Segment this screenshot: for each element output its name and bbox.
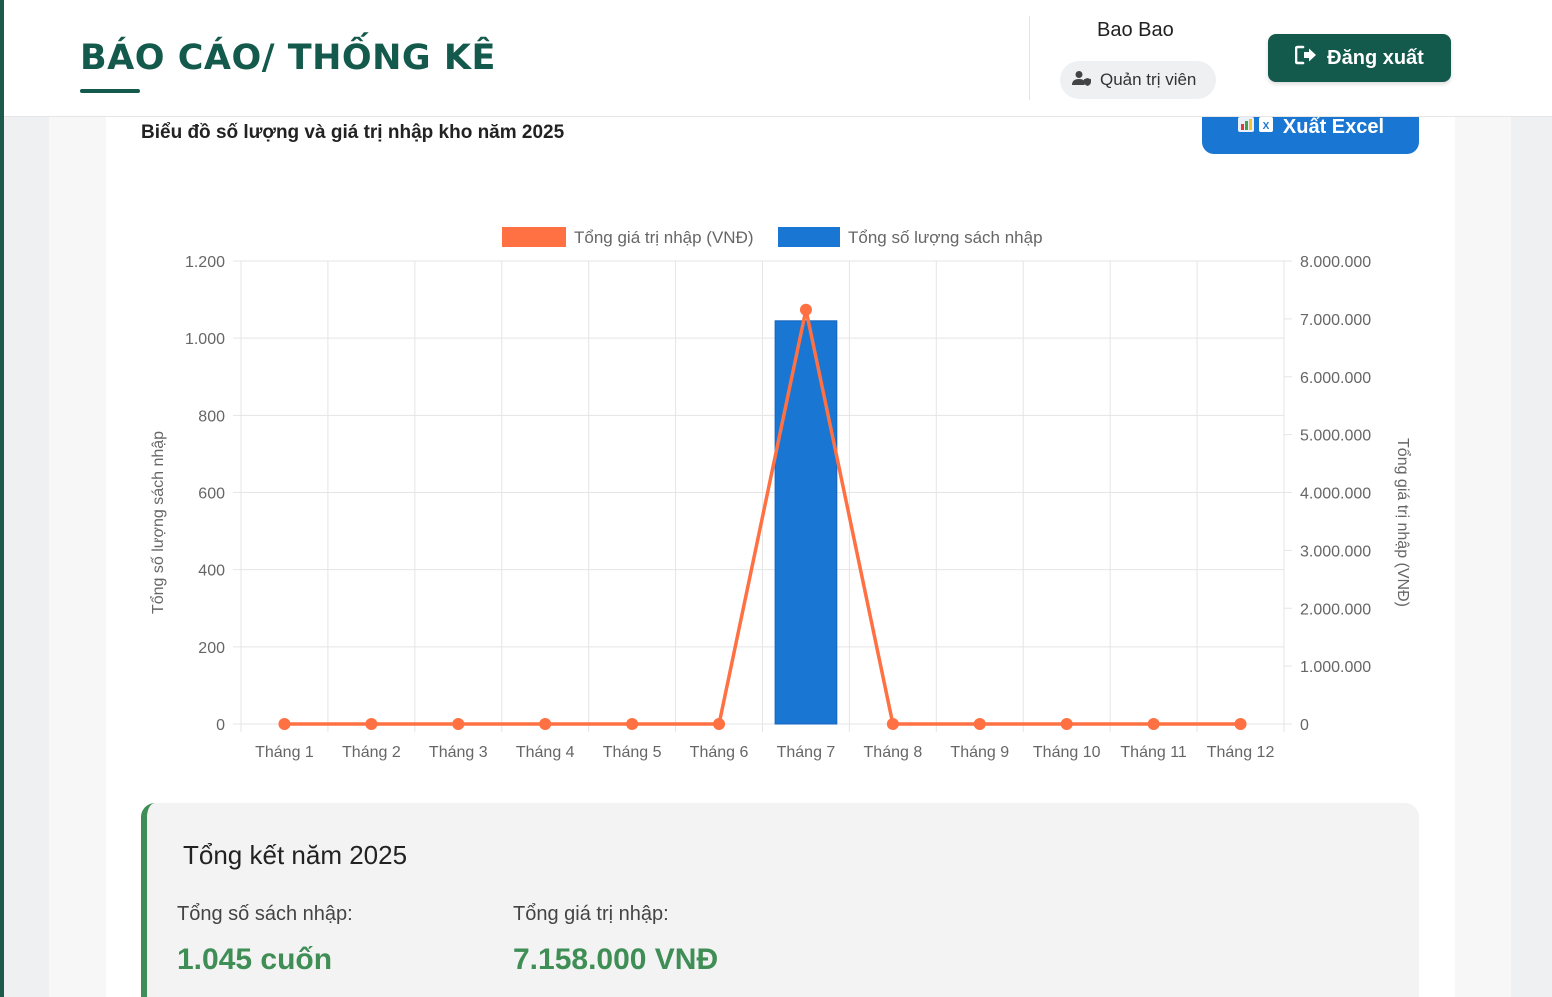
page-title: BÁO CÁO/ THỐNG KÊ [80, 38, 496, 78]
x-tick-label: Tháng 11 [1120, 744, 1187, 761]
y-left-tick-label: 800 [198, 408, 225, 425]
x-tick-label: Tháng 9 [950, 744, 1009, 761]
line-point-8 [886, 718, 899, 730]
line-point-12 [1234, 718, 1247, 730]
legend-label-value: Tổng giá trị nhập (VNĐ) [574, 228, 754, 247]
total-value-value: 7.158.000 VNĐ [513, 943, 719, 976]
x-tick-label: Tháng 7 [777, 744, 836, 761]
summary-card: Tổng kết năm 2025 Tổng số sách nhập: 1.0… [141, 803, 1419, 997]
x-tick-label: Tháng 2 [342, 744, 401, 761]
user-name: Bao Bao [1097, 19, 1174, 41]
y-left-tick-label: 1.200 [185, 254, 225, 271]
y-left-axis-title: Tổng số lượng sách nhập [149, 431, 167, 614]
logout-label: Đăng xuất [1327, 46, 1424, 69]
export-excel-label: Xuất Excel [1282, 115, 1385, 138]
line-point-2 [365, 718, 378, 730]
y-left-tick-label: 1.000 [185, 331, 225, 348]
x-tick-label: Tháng 3 [429, 744, 488, 761]
total-value-label: Tổng giá trị nhập: [513, 903, 669, 925]
line-point-1 [278, 718, 291, 730]
y-right-tick-label: 0 [1300, 717, 1309, 734]
y-left-tick-label: 0 [216, 717, 225, 734]
line-point-3 [452, 718, 465, 730]
excel-icon: X [1237, 114, 1275, 140]
top-header: BÁO CÁO/ THỐNG KÊ Bao Bao Quản trị viên … [4, 0, 1552, 117]
x-tick-label: Tháng 1 [255, 744, 314, 761]
total-books-value: 1.045 cuốn [177, 943, 333, 976]
line-point-7 [799, 303, 812, 316]
line-point-11 [1147, 718, 1160, 730]
bar-7 [774, 320, 838, 725]
total-books-label: Tổng số sách nhập: [177, 903, 353, 925]
x-tick-label: Tháng 4 [516, 744, 575, 761]
line-point-6 [713, 718, 726, 730]
y-right-tick-label: 2.000.000 [1300, 601, 1371, 618]
sign-out-icon [1294, 45, 1317, 71]
y-right-tick-label: 4.000.000 [1300, 486, 1371, 503]
y-right-tick-label: 8.000.000 [1300, 254, 1371, 271]
logout-button[interactable]: Đăng xuất [1268, 34, 1451, 82]
y-right-axis-title: Tổng giá trị nhập (VNĐ) [1394, 438, 1412, 607]
y-left-tick-label: 600 [198, 486, 225, 503]
summary-title: Tổng kết năm 2025 [183, 840, 408, 870]
y-left-tick-label: 200 [198, 640, 225, 657]
line-point-9 [973, 718, 986, 730]
line-point-10 [1060, 718, 1073, 730]
role-label: Quản trị viên [1100, 70, 1197, 89]
y-left-tick-label: 400 [198, 563, 225, 580]
header-divider [1029, 16, 1030, 100]
x-tick-label: Tháng 6 [690, 744, 749, 761]
x-tick-label: Tháng 8 [864, 744, 923, 761]
y-right-tick-label: 1.000.000 [1300, 659, 1371, 676]
legend-swatch-value [502, 227, 566, 247]
svg-text:X: X [1263, 121, 1270, 132]
y-right-tick-label: 6.000.000 [1300, 370, 1371, 387]
legend-swatch-books [778, 227, 840, 247]
user-shield-icon [1072, 70, 1092, 91]
legend-label-books: Tổng số lượng sách nhập [848, 228, 1043, 247]
title-underline [80, 89, 140, 93]
y-right-tick-label: 7.000.000 [1300, 312, 1371, 329]
y-right-tick-label: 3.000.000 [1300, 543, 1371, 560]
role-badge: Quản trị viên [1060, 61, 1216, 99]
line-point-5 [626, 718, 639, 730]
line-point-4 [539, 718, 552, 730]
x-tick-label: Tháng 10 [1033, 744, 1101, 761]
x-tick-label: Tháng 12 [1207, 744, 1275, 761]
y-right-tick-label: 5.000.000 [1300, 428, 1371, 445]
x-tick-label: Tháng 5 [603, 744, 662, 761]
